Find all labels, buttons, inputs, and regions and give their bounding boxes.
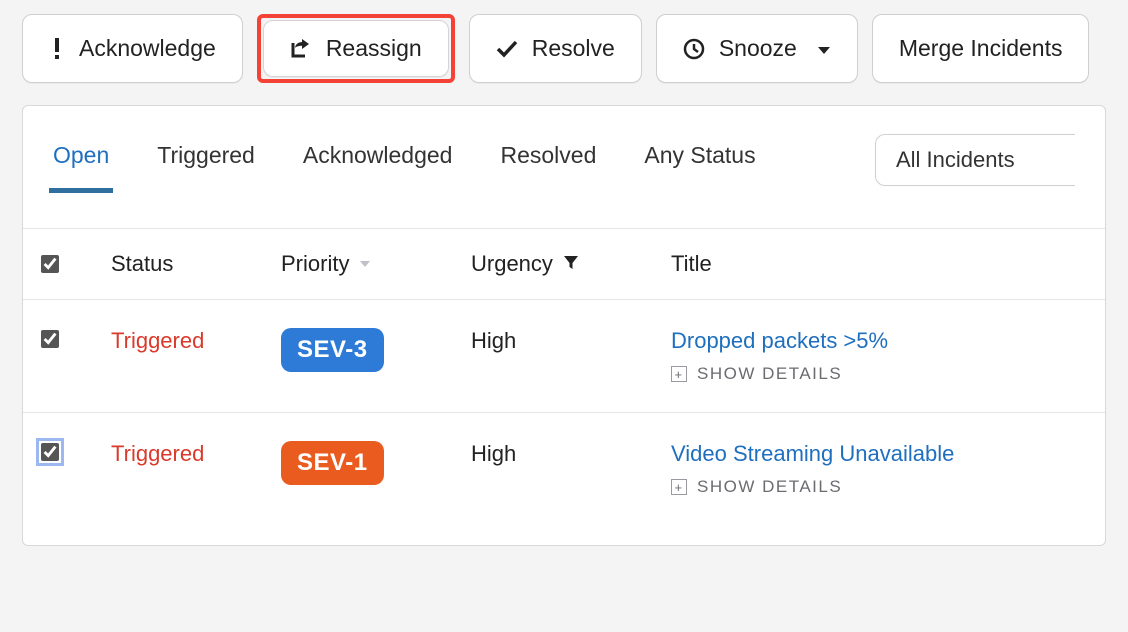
priority-cell: SEV-3 xyxy=(281,328,471,372)
table-header: Status Priority Urgency Title xyxy=(23,228,1105,300)
resolve-button[interactable]: Resolve xyxy=(469,14,642,83)
row-select-cell xyxy=(41,328,111,354)
column-urgency-label: Urgency xyxy=(471,251,553,277)
exclamation-icon xyxy=(49,38,65,60)
check-icon xyxy=(496,40,518,58)
severity-badge: SEV-3 xyxy=(281,328,384,372)
resolve-label: Resolve xyxy=(532,35,615,62)
select-all-checkbox[interactable] xyxy=(41,255,59,273)
priority-cell: SEV-1 xyxy=(281,441,471,485)
tab-any-status[interactable]: Any Status xyxy=(644,142,755,179)
incident-filter-select[interactable]: All Incidents xyxy=(875,134,1075,186)
column-urgency[interactable]: Urgency xyxy=(471,251,671,277)
title-cell: Dropped packets >5% + SHOW DETAILS xyxy=(671,328,1087,384)
reassign-label: Reassign xyxy=(326,35,422,62)
status-cell: Triggered xyxy=(111,328,281,354)
sort-desc-icon xyxy=(359,256,371,272)
filter-icon xyxy=(563,251,579,277)
tab-open[interactable]: Open xyxy=(53,142,109,179)
column-priority-label: Priority xyxy=(281,251,349,277)
show-details-label: SHOW DETAILS xyxy=(697,364,842,384)
merge-incidents-button[interactable]: Merge Incidents xyxy=(872,14,1090,83)
row-select-checkbox[interactable] xyxy=(41,443,59,461)
snooze-label: Snooze xyxy=(719,35,797,62)
acknowledge-label: Acknowledge xyxy=(79,35,216,62)
table-row: Triggered SEV-3 High Dropped packets >5%… xyxy=(23,300,1105,413)
select-all-cell xyxy=(41,255,111,273)
title-cell: Video Streaming Unavailable + SHOW DETAI… xyxy=(671,441,1087,497)
incident-title-link[interactable]: Dropped packets >5% xyxy=(671,328,1087,354)
reassign-highlight: Reassign xyxy=(257,14,455,83)
action-toolbar: Acknowledge Reassign Resolve Snooze Merg… xyxy=(22,14,1106,83)
column-title[interactable]: Title xyxy=(671,251,1087,277)
incidents-panel: Open Triggered Acknowledged Resolved Any… xyxy=(22,105,1106,546)
tab-resolved[interactable]: Resolved xyxy=(500,142,596,179)
status-cell: Triggered xyxy=(111,441,281,467)
tab-triggered[interactable]: Triggered xyxy=(157,142,255,179)
snooze-button[interactable]: Snooze xyxy=(656,14,858,83)
status-tabs: Open Triggered Acknowledged Resolved Any… xyxy=(23,106,1105,228)
expand-icon: + xyxy=(671,366,687,382)
column-priority[interactable]: Priority xyxy=(281,251,471,277)
share-arrow-icon xyxy=(290,39,312,59)
expand-icon: + xyxy=(671,479,687,495)
filter-selected-label: All Incidents xyxy=(896,147,1015,172)
table-row: Triggered SEV-1 High Video Streaming Una… xyxy=(23,413,1105,545)
show-details-label: SHOW DETAILS xyxy=(697,477,842,497)
caret-down-icon xyxy=(817,35,831,62)
tab-acknowledged[interactable]: Acknowledged xyxy=(303,142,453,179)
incident-title-link[interactable]: Video Streaming Unavailable xyxy=(671,441,1087,467)
show-details-toggle[interactable]: + SHOW DETAILS xyxy=(671,364,1087,384)
row-select-cell xyxy=(41,441,111,467)
urgency-cell: High xyxy=(471,328,671,354)
merge-label: Merge Incidents xyxy=(899,35,1063,62)
row-select-checkbox[interactable] xyxy=(41,330,59,348)
severity-badge: SEV-1 xyxy=(281,441,384,485)
column-status[interactable]: Status xyxy=(111,251,281,277)
urgency-cell: High xyxy=(471,441,671,467)
acknowledge-button[interactable]: Acknowledge xyxy=(22,14,243,83)
show-details-toggle[interactable]: + SHOW DETAILS xyxy=(671,477,1087,497)
reassign-button[interactable]: Reassign xyxy=(263,20,449,77)
clock-icon xyxy=(683,38,705,60)
